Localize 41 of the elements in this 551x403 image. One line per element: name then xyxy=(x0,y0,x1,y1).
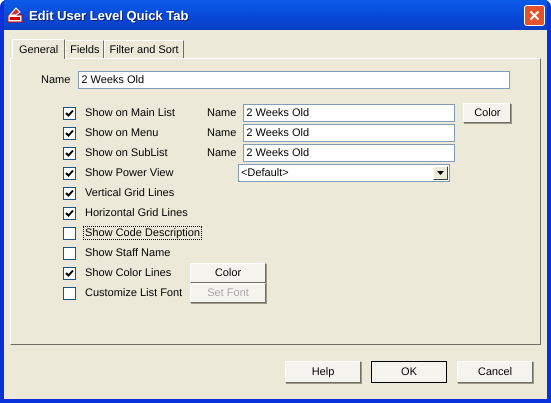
app-icon xyxy=(7,7,23,23)
name-field[interactable]: 2 Weeks Old xyxy=(78,71,510,89)
checkbox[interactable] xyxy=(63,186,76,200)
checkbox[interactable] xyxy=(63,226,76,240)
option-label[interactable]: Show on SubList xyxy=(83,146,188,160)
name-field[interactable]: 2 Weeks Old xyxy=(243,104,456,122)
option-label[interactable]: Show Code Description xyxy=(83,226,202,240)
window-title: Edit User Level Quick Tab xyxy=(29,8,190,22)
name-label: Name xyxy=(207,147,236,159)
name-label: Name xyxy=(41,74,70,86)
checkbox[interactable] xyxy=(63,266,76,280)
power-view-dropdown[interactable]: <Default> xyxy=(238,164,450,182)
option-label[interactable]: Horizontal Grid Lines xyxy=(83,206,190,220)
color-button[interactable]: Color xyxy=(463,103,512,123)
dialog-button[interactable]: Cancel xyxy=(457,361,533,383)
close-button[interactable] xyxy=(524,4,545,26)
option-button[interactable]: Color xyxy=(190,263,266,283)
name-label: Name xyxy=(207,127,236,139)
option-label[interactable]: Show Staff Name xyxy=(83,246,188,260)
checkbox[interactable] xyxy=(63,246,76,260)
option-label[interactable]: Show Power View xyxy=(83,166,188,180)
dialog-button[interactable]: Help xyxy=(285,361,361,383)
checkbox[interactable] xyxy=(63,206,76,220)
tab[interactable]: Filter and Sort xyxy=(104,40,184,58)
name-field[interactable]: 2 Weeks Old xyxy=(243,144,456,162)
tab[interactable]: Fields xyxy=(65,40,104,58)
tab[interactable]: General xyxy=(12,39,66,59)
name-label: Name xyxy=(207,107,236,119)
option-label[interactable]: Show on Main List xyxy=(83,106,188,120)
close-icon xyxy=(529,10,540,20)
dialog-button[interactable]: OK xyxy=(371,361,447,383)
name-field[interactable]: 2 Weeks Old xyxy=(243,124,456,142)
option-label[interactable]: Vertical Grid Lines xyxy=(83,186,188,200)
checkbox[interactable] xyxy=(63,146,76,160)
checkbox[interactable] xyxy=(63,286,76,300)
option-label[interactable]: Customize List Font xyxy=(83,286,188,300)
checkbox[interactable] xyxy=(63,106,76,120)
option-label[interactable]: Show Color Lines xyxy=(83,266,188,280)
checkbox[interactable] xyxy=(63,166,76,180)
checkbox[interactable] xyxy=(63,126,76,140)
option-label[interactable]: Show on Menu xyxy=(83,126,188,140)
